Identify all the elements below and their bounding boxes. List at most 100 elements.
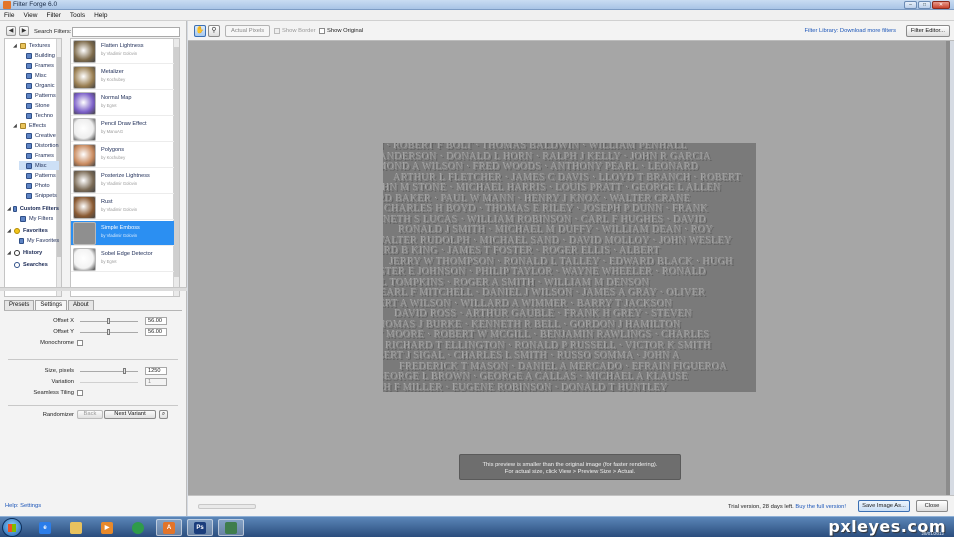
tree-item[interactable]: Patterns [19, 91, 59, 100]
size-slider-thumb[interactable] [123, 368, 126, 374]
tree-item[interactable]: Photo [19, 181, 59, 190]
filter-thumbnail [73, 170, 96, 193]
filter-item[interactable]: Normal Map by Egret [71, 91, 174, 116]
filter-item[interactable]: Metalizer by Kochubey [71, 65, 174, 90]
filter-item[interactable]: Pencil Draw Effect by ManuAG [71, 117, 174, 142]
menu-file[interactable]: File [0, 10, 19, 20]
expander-icon[interactable]: ◢ [7, 228, 12, 234]
filter-thumbnail [73, 92, 96, 115]
back-button[interactable]: Back [77, 410, 103, 419]
filter-item[interactable]: Sobel Edge Detector by Egret [71, 247, 174, 272]
actual-pixels-button[interactable]: Actual Pixels [225, 25, 271, 37]
menu-view[interactable]: View [19, 10, 42, 20]
zoom-tool-icon[interactable]: ⚲ [208, 25, 220, 37]
chrome-icon [132, 521, 144, 534]
tree-item[interactable]: ◢ History [7, 248, 59, 257]
offset-y-slider-thumb[interactable] [107, 329, 110, 335]
taskbar-internet-explorer[interactable]: e [32, 519, 58, 536]
tab-presets[interactable]: Presets [4, 300, 35, 310]
taskbar-filter-forge[interactable]: A [156, 519, 182, 536]
taskbar-app-window[interactable] [218, 519, 244, 536]
tab-settings[interactable]: Settings [35, 300, 68, 310]
size-slider[interactable] [80, 371, 138, 372]
variation-field[interactable]: 1 [145, 378, 167, 386]
offset-x-slider-thumb[interactable] [107, 318, 110, 324]
show-border-checkbox[interactable] [274, 28, 280, 34]
tree-item[interactable]: Frames [19, 151, 59, 160]
filter-item[interactable]: Simple Emboss by Vladimir Golovin [71, 221, 174, 246]
tree-item[interactable]: Creative [19, 131, 59, 140]
separator [8, 359, 178, 360]
tree-item[interactable]: ◢ Effects [13, 121, 59, 130]
close-button[interactable]: Close [916, 500, 948, 512]
filter-library-link[interactable]: Filter Library: Download more filters [805, 28, 897, 34]
menu-filter[interactable]: Filter [42, 10, 65, 20]
search-filters-input[interactable] [72, 27, 180, 37]
minimize-button[interactable]: – [904, 1, 917, 9]
windows-logo-icon [8, 524, 16, 532]
randomizer-search-icon[interactable]: ⌕ [159, 410, 168, 419]
tree-item-label: Frames [35, 62, 54, 69]
preview-canvas[interactable]: HARDIN · ROBERT F BOLT · THOMAS BALDWIN … [188, 41, 950, 495]
menu-help[interactable]: Help [90, 10, 112, 20]
monochrome-checkbox[interactable] [77, 340, 83, 346]
tree-item[interactable]: ◢ Favorites [7, 226, 59, 235]
taskbar-chrome[interactable] [125, 519, 151, 536]
show-original-checkbox[interactable] [319, 28, 325, 34]
tree-item[interactable]: My Filters [13, 214, 59, 223]
help-link[interactable]: Help: Settings [5, 503, 41, 509]
filter-name: Posterize Lightness [101, 173, 150, 179]
filter-item[interactable]: Polygons by Kochubey [71, 143, 174, 168]
tab-about[interactable]: About [68, 300, 94, 310]
tree-item[interactable]: Misc [19, 161, 59, 170]
filter-editor-button[interactable]: Filter Editor... [905, 25, 950, 37]
seamless-tiling-checkbox[interactable] [77, 390, 83, 396]
tree-item[interactable]: Patterns [19, 171, 59, 180]
taskbar-file-explorer[interactable] [63, 519, 89, 536]
tree-item-label: Photo [35, 182, 50, 189]
tree-item[interactable]: Stone [19, 101, 59, 110]
offset-x-field[interactable]: 56.00 [145, 317, 167, 325]
buy-link[interactable]: Buy the full version! [795, 504, 846, 510]
tree-item[interactable]: ◢ Custom Filters [7, 204, 59, 213]
forward-arrow-icon[interactable]: ▶ [19, 26, 29, 36]
close-window-button[interactable]: ✕ [932, 1, 950, 9]
tree-item[interactable]: Building [19, 51, 59, 60]
monochrome-label: Monochrome [40, 340, 74, 346]
tree-item[interactable]: Misc [19, 71, 59, 80]
clock: 28/01/2012 [921, 531, 944, 536]
expander-icon[interactable]: ◢ [13, 43, 18, 49]
tree-item[interactable]: Searches [7, 260, 59, 269]
variation-slider[interactable] [80, 382, 138, 383]
panel-splitter[interactable] [0, 287, 187, 291]
taskbar-photoshop[interactable]: Ps [187, 519, 213, 536]
taskbar: pxleyes.com 28/01/2012 e ▶ A Ps [0, 516, 954, 537]
save-image-button[interactable]: Save Image As... [858, 500, 910, 512]
filter-thumbnail [73, 196, 96, 219]
size-field[interactable]: 1250 [145, 367, 167, 375]
tree-item[interactable]: Snippets [19, 191, 59, 200]
tree-item[interactable]: My Favorites [13, 236, 59, 245]
next-variant-button[interactable]: Next Variant [104, 410, 156, 419]
filter-item[interactable]: Rust by Vladimir Golovin [71, 195, 174, 220]
filter-author: by Kochubey [101, 77, 126, 82]
back-arrow-icon[interactable]: ◀ [6, 26, 16, 36]
tree-item[interactable]: Organic [19, 81, 59, 90]
taskbar-media-player[interactable]: ▶ [94, 519, 120, 536]
maximize-button[interactable]: □ [918, 1, 931, 9]
tree-item[interactable]: Distortion [19, 141, 59, 150]
offset-y-field[interactable]: 56.00 [145, 328, 167, 336]
settings-panel: Offset X 56.00 Offset Y 56.00 Monochrome… [4, 310, 182, 510]
expander-icon[interactable]: ◢ [7, 206, 11, 212]
tree-item[interactable]: ◢ Textures [13, 41, 59, 50]
start-button[interactable] [2, 518, 22, 537]
tree-item[interactable]: Techno [19, 111, 59, 120]
filter-item[interactable]: Posterize Lightness by Vladimir Golovin [71, 169, 174, 194]
filter-item[interactable]: Flatten Lightness by Vladimir Golovin [71, 39, 174, 64]
expander-icon[interactable]: ◢ [7, 250, 12, 256]
menu-tools[interactable]: Tools [66, 10, 90, 20]
tree-item[interactable]: Frames [19, 61, 59, 70]
expander-icon[interactable]: ◢ [13, 123, 18, 129]
filter-thumbnail [73, 144, 96, 167]
hand-tool-icon[interactable]: ✋ [194, 25, 206, 37]
